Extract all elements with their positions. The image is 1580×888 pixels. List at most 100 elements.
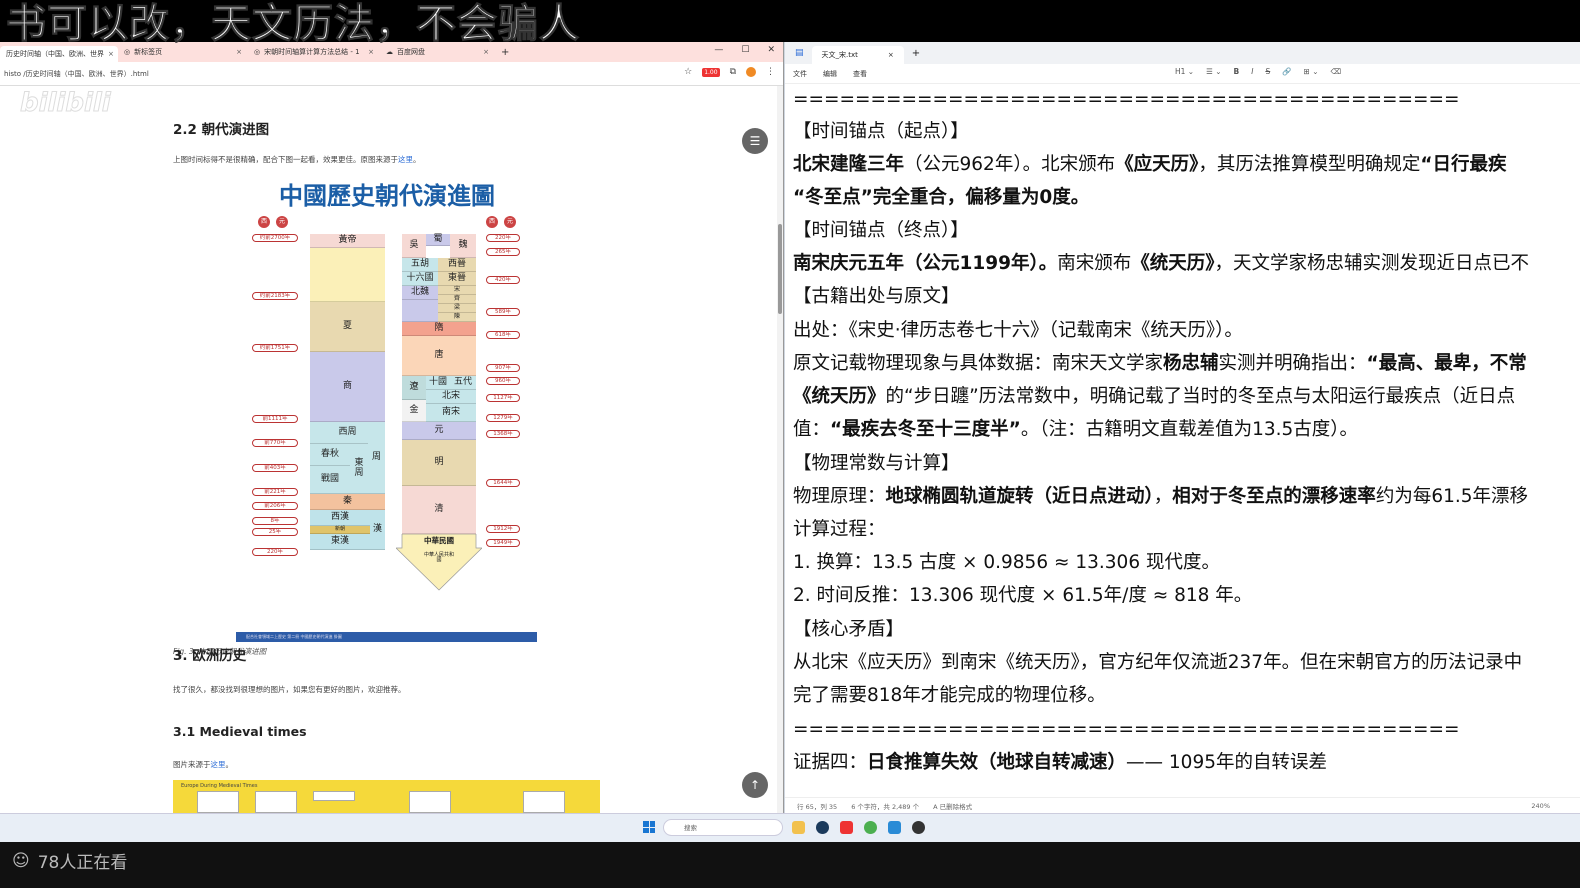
back-to-top-button[interactable]: ↑ [742, 772, 768, 798]
editor-tab[interactable]: 天文_宋.txt × [811, 46, 904, 64]
timeline-card [255, 791, 297, 813]
link-icon[interactable]: 🔗 [1282, 67, 1291, 76]
text-line[interactable]: 证据四：日食推算失效（地球自转减速）—— 1095年的自转误差 [793, 751, 1327, 775]
text-line[interactable]: ========================================… [793, 88, 1460, 112]
bold-text: “冬至点”完全重合，偏移量为0度。 [793, 187, 1090, 208]
strike-button[interactable]: S [1265, 67, 1270, 76]
app-icon[interactable] [912, 821, 925, 834]
address-bar[interactable]: histo /历史时间轴（中国、欧洲、世界）.html ☆ 1.00 ⧉ ⋮ [0, 62, 783, 86]
heading-dynasty: 2.2 朝代演进图 [173, 122, 270, 138]
text-line[interactable]: 南宋庆元五年（公元1199年）。南宋颁布《统天历》，天文学家杨忠辅实测发现近日点… [793, 252, 1529, 276]
profile-avatar[interactable] [746, 67, 756, 77]
source-link[interactable]: 这里 [398, 155, 413, 164]
tab-history[interactable]: 历史时间轴（中国、欧洲、世界 × [0, 46, 118, 62]
text-line[interactable]: 【核心矛盾】 [793, 618, 904, 642]
heading-europe: 3. 欧洲历史 [173, 648, 247, 664]
text-line[interactable]: 物理原理：地球椭圆轨道旋转（近日点进动），相对于冬至点的漂移速率约为每61.5年… [793, 485, 1528, 509]
taskbar-search[interactable]: 搜索 [663, 819, 783, 836]
year-label-left: 25年 [252, 528, 298, 536]
char-count: 6 个字符，共 2,489 个 [851, 802, 920, 811]
stream-title: 书可以改，天文历法，不会骗人 [6, 1, 580, 47]
maximize-button[interactable]: ☐ [741, 45, 749, 55]
heading-dropdown[interactable]: H1 ⌄ [1175, 67, 1194, 76]
dynasty-chunqiu: 春秋 [310, 444, 350, 466]
dynasty-nansong: 南宋 [426, 404, 476, 422]
clear-format-icon[interactable]: ⌫ [1331, 67, 1342, 76]
dynasty-shang: 商 [310, 352, 385, 422]
text-segment: ，其历法推算模型明确规定 [1198, 154, 1421, 175]
text-line[interactable]: 完了需要818年才能完成的物理位移。 [793, 684, 1106, 708]
dynasty-xin: 新朝 [310, 526, 370, 534]
text-line[interactable]: 北宋建隆三年（公元962年）。北宋颁布《应天历》，其历法推算模型明确规定“日行最… [793, 153, 1507, 177]
new-tab-button[interactable]: + [912, 48, 920, 59]
text-segment: 约为每61.5年漂移 [1375, 486, 1529, 507]
browser-scrollbar[interactable] [777, 86, 783, 813]
text-segment: 证据四： [793, 752, 868, 773]
url-text[interactable]: histo /历史时间轴（中国、欧洲、世界）.html [4, 69, 149, 79]
text-line[interactable]: 2. 时间反推：13.306 现代度 × 61.5年/度 ≈ 818 年。 [793, 584, 1252, 608]
close-icon[interactable]: × [888, 51, 894, 59]
extension-badge[interactable]: 1.00 [702, 67, 720, 77]
dynasty-wu: 吳 [402, 234, 426, 258]
close-icon[interactable]: × [368, 48, 374, 56]
text-line[interactable]: 原文记载物理现象与具体数据：南宋天文学家杨忠辅实测并明确指出：“最高、最卑，不常 [793, 352, 1527, 376]
chrome-icon[interactable] [864, 821, 877, 834]
new-tab-button[interactable]: + [501, 47, 509, 58]
editor-tabbar: ▤ 天文_宋.txt × + [785, 42, 1580, 64]
text-line[interactable]: 【古籍出处与原文】 [793, 285, 960, 309]
text-line[interactable]: 从北宋《应天历》到南宋《统天历》，官方纪年仅流逝237年。但在宋朝官方的历法记录… [793, 651, 1522, 675]
page-content: 2.2 朝代演进图 上图时间标得不是很精确，配合下图一起看，效果更佳。原图来源于… [0, 86, 778, 813]
list-dropdown[interactable]: ☰ ⌄ [1206, 67, 1221, 76]
text-line[interactable]: ========================================… [793, 718, 1460, 742]
notepad-taskbar-icon[interactable] [888, 821, 901, 834]
wps-icon[interactable] [840, 821, 853, 834]
menu-view[interactable]: 查看 [853, 69, 867, 79]
minimize-button[interactable]: — [714, 45, 723, 55]
italic-button[interactable]: I [1251, 67, 1253, 76]
text-line[interactable]: “冬至点”完全重合，偏移量为0度。 [793, 186, 1089, 210]
dynasty-northern [402, 300, 438, 322]
text-line[interactable]: 计算过程： [793, 518, 886, 542]
format-status: A 已删除格式 [933, 802, 973, 811]
zoom-level[interactable]: 240% [1531, 802, 1550, 810]
bold-text: 日食推算失效（地球自转减速） [867, 752, 1127, 773]
close-icon[interactable]: × [483, 48, 489, 56]
year-label-left: 约前2700年 [252, 234, 298, 242]
toolbar-icons: ☆ 1.00 ⧉ ⋮ [684, 67, 775, 77]
toc-button[interactable]: ☰ [742, 128, 768, 154]
close-icon[interactable]: × [108, 50, 114, 58]
text-line[interactable]: 【时间锚点（起点）】 [793, 120, 969, 144]
dynasty-zhanguo: 戰國 [310, 466, 350, 494]
text-line[interactable]: 【物理常数与计算】 [793, 452, 960, 476]
text-line[interactable]: 1. 换算：13.5 古度 × 0.9856 ≈ 13.306 现代度。 [793, 551, 1220, 575]
text-line[interactable]: 出处：《宋史·律历志卷七十六》（记载南宋《统天历》）。 [793, 319, 1243, 343]
windows-start-icon[interactable] [643, 821, 655, 833]
menu-edit[interactable]: 编辑 [823, 69, 837, 79]
close-window-button[interactable]: ✕ [767, 45, 775, 55]
menu-icon[interactable]: ⋮ [766, 67, 775, 77]
document-body[interactable]: ========================================… [793, 86, 1580, 796]
menu-file[interactable]: 文件 [793, 69, 807, 79]
year-label-right: 420年 [486, 276, 520, 284]
year-label-right: 589年 [486, 308, 520, 316]
text-segment: —— 1095年的自转误差 [1126, 752, 1327, 773]
medieval-source-link[interactable]: 这里 [211, 760, 226, 769]
year-label-right: 1127年 [486, 394, 520, 402]
star-icon[interactable]: ☆ [684, 67, 692, 77]
file-explorer-icon[interactable] [792, 821, 805, 834]
format-toolbar: H1 ⌄ ☰ ⌄ B I S 🔗 ⊞ ⌄ ⌫ [1175, 67, 1341, 76]
extensions-icon[interactable]: ⧉ [730, 67, 736, 77]
steam-icon[interactable] [816, 821, 829, 834]
text-segment: ，天文学家杨忠辅实测发现近日点已不 [1214, 253, 1530, 274]
timeline-card [523, 791, 565, 813]
text-line[interactable]: 《统天历》的“步日躔”历法常数中，明确记载了当时的冬至点与太阳运行最疾点（近日点 [793, 385, 1515, 409]
dynasty-ming: 明 [402, 440, 476, 486]
text-line[interactable]: 值：“最疾去冬至十三度半”。（注：古籍明文直载差值为13.5古度）。 [793, 418, 1358, 442]
close-icon[interactable]: × [236, 48, 242, 56]
scrollbar-thumb[interactable] [778, 224, 782, 314]
text-line[interactable]: 【时间锚点（终点）】 [793, 219, 969, 243]
table-dropdown[interactable]: ⊞ ⌄ [1304, 67, 1319, 76]
people-icon: ☺ [12, 850, 30, 871]
bold-button[interactable]: B [1234, 67, 1240, 76]
seal-left-1: 西 [258, 216, 270, 228]
